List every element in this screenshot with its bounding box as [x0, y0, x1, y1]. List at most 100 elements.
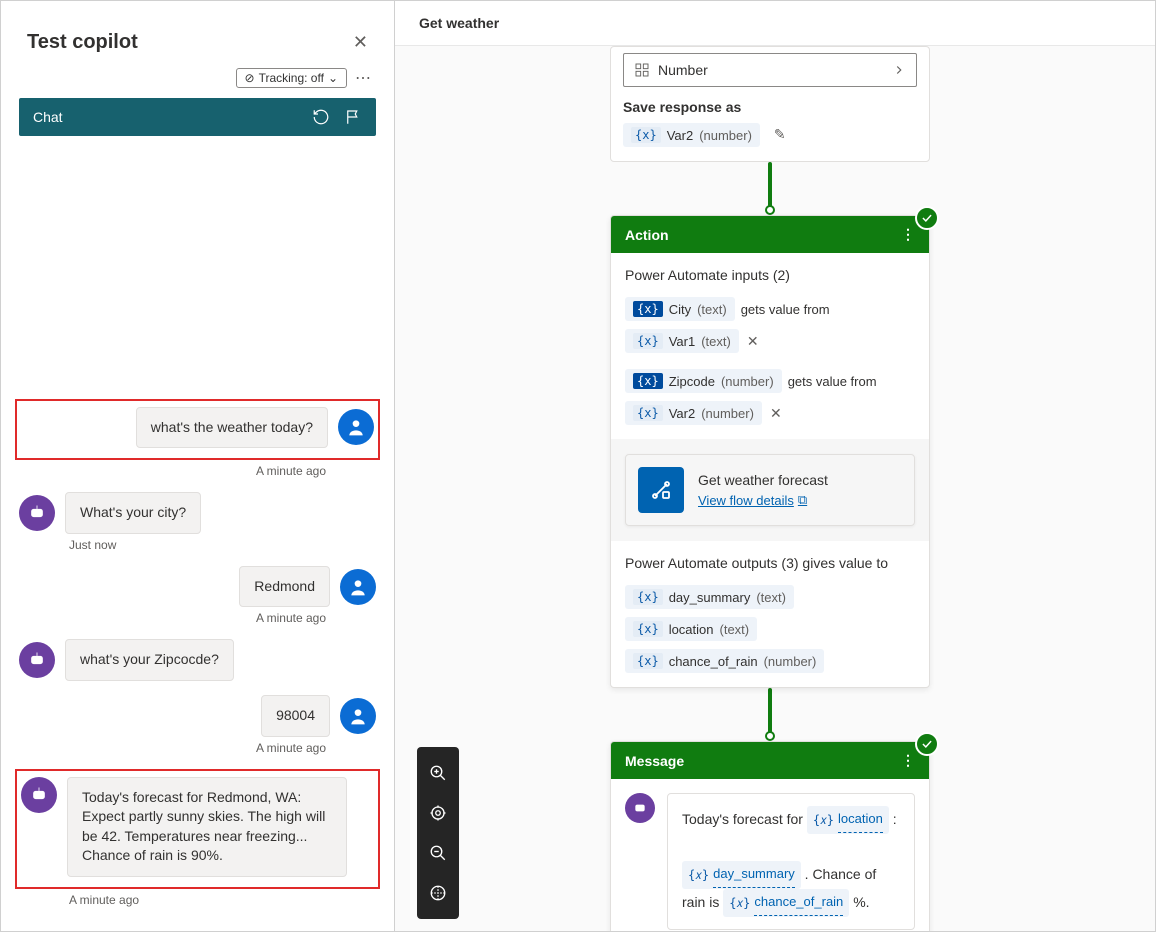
message-text: Today's forecast for — [682, 811, 803, 827]
variable-icon: {x} — [633, 621, 663, 637]
validation-check-icon — [915, 206, 939, 230]
variable-token[interactable]: {x} Var2 (number) — [623, 123, 760, 147]
authoring-canvas-panel: Get weather Number Save response as — [395, 1, 1155, 931]
flow-icon — [638, 467, 684, 513]
refresh-icon[interactable] — [312, 108, 330, 126]
chat-message-bot: Today's forecast for Redmond, WA: Expect… — [21, 777, 374, 877]
param-token[interactable]: {x} Zipcode (number) — [625, 369, 782, 393]
chat-scroll[interactable]: what's the weather today? A minute ago W… — [1, 136, 394, 931]
variable-name: location — [669, 622, 714, 637]
node-more-icon[interactable]: ⋮ — [901, 752, 915, 769]
variable-type: (number) — [764, 654, 817, 669]
remove-icon[interactable]: ✕ — [747, 333, 759, 350]
variable-icon: {x} — [633, 333, 663, 349]
bot-avatar-icon — [21, 777, 57, 813]
variable-name: chance_of_rain — [754, 890, 843, 916]
message-timestamp: Just now — [19, 538, 376, 552]
tracking-toggle[interactable]: ⊘ Tracking: off ⌄ — [236, 68, 348, 88]
variable-name: Var2 — [669, 406, 696, 421]
variable-name: Var2 — [667, 128, 694, 143]
connector-line — [768, 688, 772, 736]
input-row: {x} City (text) gets value from — [611, 293, 929, 325]
flow-link-text: View flow details — [698, 493, 794, 508]
variable-token[interactable]: {x} Var2 (number) — [625, 401, 762, 425]
chat-header-bar: Chat — [19, 98, 376, 136]
test-copilot-panel: Test copilot ✕ ⊘ Tracking: off ⌄ ⋯ Chat — [1, 1, 395, 931]
highlight-frame: Today's forecast for Redmond, WA: Expect… — [15, 769, 380, 889]
variable-icon: {x} — [631, 127, 661, 143]
inline-variable[interactable]: {𝑥}day_summary — [682, 861, 801, 889]
message-bubble: Today's forecast for Redmond, WA: Expect… — [67, 777, 347, 877]
zoom-in-button[interactable] — [417, 753, 459, 793]
tracking-label: Tracking: off — [259, 71, 324, 85]
variable-token[interactable]: {x} day_summary (text) — [625, 585, 794, 609]
variable-type: (number) — [701, 406, 754, 421]
recenter-button[interactable] — [417, 793, 459, 833]
message-timestamp: A minute ago — [19, 741, 376, 755]
minimap-button[interactable] — [417, 873, 459, 913]
zoom-out-button[interactable] — [417, 833, 459, 873]
helper-text: gets value from — [741, 302, 830, 317]
action-node-title: Action — [625, 227, 669, 243]
identify-type-label: Number — [658, 62, 708, 78]
panel-title: Test copilot — [27, 31, 138, 54]
chat-label: Chat — [33, 109, 63, 125]
message-timestamp: A minute ago — [19, 464, 376, 478]
connector-dot — [765, 205, 775, 215]
param-token[interactable]: {x} City (text) — [625, 297, 735, 321]
variable-type: (text) — [756, 590, 786, 605]
message-timestamp: A minute ago — [19, 893, 376, 907]
output-row: {x} day_summary (text) — [611, 581, 929, 613]
chat-message-bot: what's your Zipcocde? — [19, 639, 376, 681]
message-bubble: what's the weather today? — [136, 407, 328, 449]
variable-icon: {x} — [633, 653, 663, 669]
user-avatar-icon — [340, 569, 376, 605]
node-more-icon[interactable]: ⋮ — [901, 226, 915, 243]
outputs-section-label: Power Automate outputs (3) gives value t… — [611, 541, 929, 581]
inputs-section-label: Power Automate inputs (2) — [611, 253, 929, 293]
input-value-row: {x} Var1 (text) ✕ — [611, 325, 929, 357]
zoom-toolbar — [417, 747, 459, 919]
variable-name: Var1 — [669, 334, 696, 349]
message-content-editor[interactable]: Today's forecast for {𝑥}location : {𝑥}da… — [667, 793, 915, 930]
chevron-right-icon — [892, 63, 906, 77]
connector-line — [768, 162, 772, 210]
chat-message-user: 98004 — [19, 695, 376, 737]
user-avatar-icon — [340, 698, 376, 734]
input-row: {x} Zipcode (number) gets value from — [611, 365, 929, 397]
variable-type: (text) — [701, 334, 731, 349]
remove-icon[interactable]: ✕ — [770, 405, 782, 422]
helper-text: gets value from — [788, 374, 877, 389]
variable-token[interactable]: {x} location (text) — [625, 617, 757, 641]
user-avatar-icon — [338, 409, 374, 445]
variable-name: day_summary — [669, 590, 751, 605]
variable-token[interactable]: {x} Var1 (text) — [625, 329, 739, 353]
variable-name: location — [838, 807, 883, 833]
view-flow-details-link[interactable]: View flow details ⧉ — [698, 492, 807, 508]
variable-token[interactable]: {x} chance_of_rain (number) — [625, 649, 824, 673]
identify-type-select[interactable]: Number — [623, 53, 917, 87]
param-name: Zipcode — [669, 374, 715, 389]
message-text: : — [893, 811, 897, 827]
chat-message-user: what's the weather today? — [21, 407, 374, 449]
inline-variable[interactable]: {𝑥}location — [807, 806, 889, 834]
external-link-icon: ⧉ — [798, 492, 807, 508]
message-node-title: Message — [625, 753, 684, 769]
canvas-scroll[interactable]: Number Save response as {x} Var2 (number… — [395, 46, 1155, 931]
more-options-icon[interactable]: ⋯ — [355, 68, 372, 88]
topic-title: Get weather — [395, 1, 1155, 46]
output-row: {x} location (text) — [611, 613, 929, 645]
message-node[interactable]: Message ⋮ Today's forecast for {𝑥}locati… — [610, 741, 930, 931]
message-text: %. — [853, 894, 869, 910]
edit-pencil-icon[interactable]: ✎ — [774, 126, 786, 142]
inline-variable[interactable]: {𝑥}chance_of_rain — [723, 889, 849, 917]
close-icon[interactable]: ✕ — [353, 32, 368, 53]
highlight-frame: what's the weather today? — [15, 399, 380, 461]
variable-icon: {x} — [633, 373, 663, 389]
flow-card[interactable]: Get weather forecast View flow details ⧉ — [625, 454, 915, 526]
chevron-down-icon: ⌄ — [328, 71, 338, 85]
flag-icon[interactable] — [344, 108, 362, 126]
output-row: {x} chance_of_rain (number) — [611, 645, 929, 687]
action-node[interactable]: Action ⋮ Power Automate inputs (2) {x} C… — [610, 215, 930, 688]
bot-avatar-icon — [625, 793, 655, 823]
